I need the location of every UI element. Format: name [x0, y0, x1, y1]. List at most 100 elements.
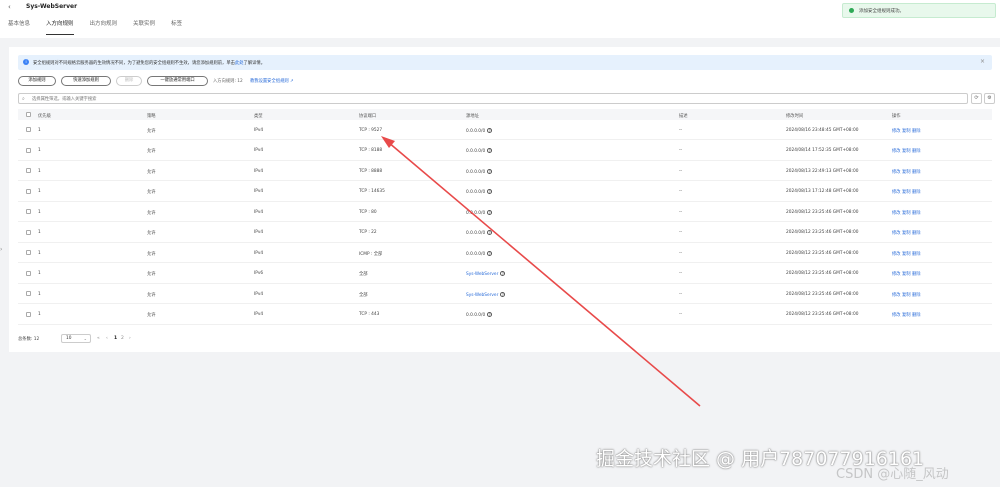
tab-basic-info[interactable]: 基本信息	[8, 19, 30, 35]
row-checkbox[interactable]	[26, 168, 31, 173]
tab-associated-instances[interactable]: 关联实例	[133, 19, 155, 35]
modify-link[interactable]: 修改	[892, 231, 901, 236]
copy-link[interactable]: 复制	[902, 293, 911, 298]
cell-priority: 1	[38, 271, 41, 276]
modify-link[interactable]: 修改	[892, 129, 901, 134]
info-icon[interactable]: ?	[487, 250, 493, 256]
refresh-icon[interactable]: ⟳	[971, 93, 982, 104]
delete-link[interactable]: 删除	[912, 149, 921, 154]
next-page-icon[interactable]: ›	[129, 336, 131, 341]
toast-message: 添加安全组规则成功。	[859, 9, 904, 14]
select-all-checkbox[interactable]	[26, 112, 31, 117]
copy-link[interactable]: 复制	[902, 252, 911, 257]
add-rule-button[interactable]: 添加规则	[18, 76, 56, 86]
info-icon[interactable]: ?	[487, 230, 493, 235]
tab-outbound-rules[interactable]: 出方向规则	[90, 19, 118, 35]
cell-description: --	[679, 271, 683, 276]
modify-link[interactable]: 修改	[892, 272, 901, 277]
modify-link[interactable]: 修改	[892, 170, 901, 175]
page-2[interactable]: 2	[121, 336, 124, 341]
modify-link[interactable]: 修改	[892, 211, 901, 216]
row-checkbox[interactable]	[26, 229, 31, 235]
close-icon[interactable]: ×	[980, 58, 985, 65]
source-value[interactable]: Sys-WebServer	[466, 293, 498, 298]
help-link[interactable]: 教我设置安全组规则 ↗	[250, 78, 294, 84]
delete-link[interactable]: 删除	[912, 129, 921, 134]
table-row: 1 允许 IPv4 全部 Sys-WebServer? -- 2024/08/12 23:2…	[18, 284, 992, 304]
info-icon[interactable]: ?	[487, 312, 493, 317]
back-icon[interactable]: ‹	[8, 3, 11, 11]
cell-modified-time: 2024/08/12 23:25:46 GMT+08:00	[786, 312, 859, 317]
row-checkbox[interactable]	[26, 127, 31, 132]
copy-link[interactable]: 复制	[902, 211, 911, 216]
cell-policy: 允许	[147, 210, 156, 216]
copy-link[interactable]: 复制	[902, 149, 911, 154]
prev-page-icon[interactable]: ‹	[106, 336, 108, 341]
modify-link[interactable]: 修改	[892, 313, 901, 318]
modify-link[interactable]: 修改	[892, 252, 901, 257]
source-value: 0.0.0.0/0	[466, 169, 486, 175]
info-icon[interactable]: ?	[500, 271, 506, 276]
delete-link[interactable]: 删除	[912, 313, 921, 318]
page-size-select[interactable]: 10 ⌄	[61, 334, 91, 343]
row-checkbox[interactable]	[26, 250, 31, 255]
table-row: 1 允许 IPv4 TCP : 14635 0.0.0.0/0? -- 2024/08/13…	[18, 182, 992, 202]
modify-link[interactable]: 修改	[892, 190, 901, 195]
delete-link[interactable]: 删除	[912, 252, 921, 257]
copy-link[interactable]: 复制	[902, 231, 911, 236]
copy-link[interactable]: 复制	[902, 170, 911, 175]
source-value[interactable]: Sys-WebServer	[466, 272, 498, 277]
info-icon[interactable]: ?	[487, 148, 493, 153]
cell-priority: 1	[38, 230, 41, 235]
info-icon[interactable]: ?	[487, 168, 493, 174]
table-header: 优先级 策略 类型 协议端口 源地址 描述 修改时间 操作	[18, 109, 992, 120]
table-row: 1 允许 IPv4 TCP : 22 0.0.0.0/0? -- 2024/08/12 23…	[18, 223, 992, 243]
delete-link[interactable]: 删除	[912, 190, 921, 195]
notice-link[interactable]: 此处	[235, 61, 244, 66]
copy-link[interactable]: 复制	[902, 190, 911, 195]
row-checkbox[interactable]	[26, 147, 31, 153]
delete-link[interactable]: 删除	[912, 211, 921, 216]
row-checkbox[interactable]	[26, 188, 31, 194]
modify-link[interactable]: 修改	[892, 293, 901, 298]
info-icon[interactable]: ?	[487, 209, 493, 215]
search-input[interactable]	[32, 95, 952, 103]
source-value: 0.0.0.0/0	[466, 231, 486, 236]
allow-common-ports-button[interactable]: 一键放通常用端口	[147, 76, 208, 86]
first-page-icon[interactable]: «	[97, 336, 100, 341]
row-checkbox[interactable]	[26, 270, 31, 276]
copy-link[interactable]: 复制	[902, 272, 911, 277]
delete-link[interactable]: 删除	[912, 293, 921, 298]
copy-link[interactable]: 复制	[902, 313, 911, 318]
cell-source: 0.0.0.0/0?	[466, 148, 493, 154]
tab-inbound-rules[interactable]: 入方向规则	[46, 19, 74, 35]
info-icon[interactable]: ?	[500, 291, 506, 297]
col-policy: 策略	[147, 113, 156, 119]
cell-modified-time: 2024/08/12 23:25:46 GMT+08:00	[786, 230, 859, 235]
settings-icon[interactable]: ⚙	[984, 93, 995, 104]
delete-link[interactable]: 删除	[912, 170, 921, 175]
row-checkbox[interactable]	[26, 311, 31, 317]
cell-type: IPv4	[254, 291, 264, 297]
search-box[interactable]: ⌕	[18, 93, 968, 104]
delete-link[interactable]: 删除	[912, 272, 921, 277]
quick-add-rule-button[interactable]: 快速添加规则	[61, 76, 111, 86]
row-checkbox[interactable]	[26, 209, 31, 214]
cell-source: 0.0.0.0/0?	[466, 127, 493, 134]
delete-link[interactable]: 删除	[912, 231, 921, 236]
cell-policy: 允许	[147, 169, 156, 175]
modify-link[interactable]: 修改	[892, 149, 901, 154]
row-checkbox[interactable]	[26, 291, 31, 296]
info-icon[interactable]: ?	[487, 127, 493, 133]
tab-tags[interactable]: 标签	[171, 19, 182, 35]
cell-modified-time: 2024/08/12 23:25:46 GMT+08:00	[786, 209, 859, 215]
chevron-down-icon: ⌄	[83, 336, 87, 341]
sidebar-expand-icon[interactable]: ›	[0, 246, 2, 253]
cell-policy: 允许	[147, 149, 156, 154]
info-icon[interactable]: ?	[487, 189, 493, 194]
cell-modified-time: 2024/08/14 17:52:35 GMT+08:00	[786, 148, 859, 153]
copy-link[interactable]: 复制	[902, 129, 911, 134]
page-1[interactable]: 1	[114, 336, 117, 341]
delete-button[interactable]: 删除	[116, 76, 142, 86]
table-row: 1 允许 IPv4 TCP : 8188 0.0.0.0/0? -- 2024/08/14 …	[18, 141, 992, 161]
